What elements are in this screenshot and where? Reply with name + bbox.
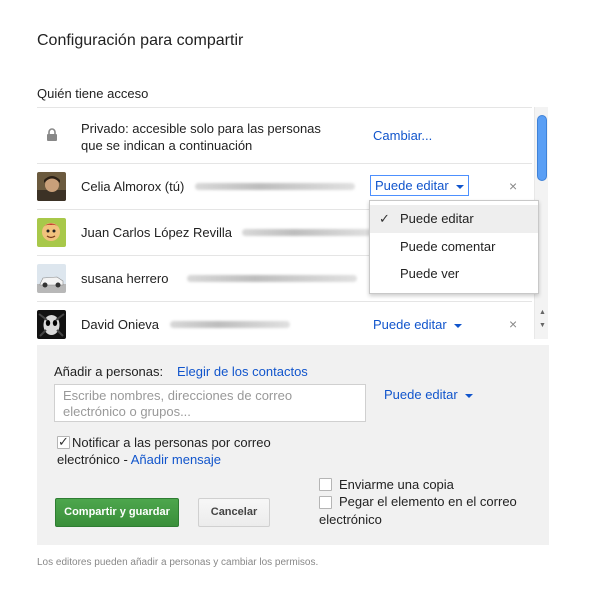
permission-label: Puede editar	[375, 178, 449, 193]
scrollbar-thumb[interactable]	[537, 115, 547, 181]
privacy-line2: que se indican a continuación	[81, 138, 253, 153]
permission-menu: ✓ Puede editar Puede comentar Puede ver	[369, 200, 539, 294]
chevron-down-icon	[455, 184, 464, 189]
share-and-save-button[interactable]: Compartir y guardar	[55, 498, 179, 527]
person-row: David Onieva Puede editar ×	[37, 302, 532, 345]
menu-item-label: Puede comentar	[400, 239, 496, 254]
car-avatar	[37, 264, 66, 293]
notify-label-line2: electrónico - Añadir mensaje	[57, 452, 221, 467]
chevron-down-icon	[453, 323, 462, 328]
cartoon-avatar	[37, 218, 66, 247]
footer-note: Los editores pueden añadir a personas y …	[37, 557, 319, 568]
permission-label: Puede editar	[373, 317, 447, 332]
add-people-panel: Añadir a personas: Elegir de los contact…	[37, 345, 549, 545]
add-people-label: Añadir a personas:	[54, 364, 164, 379]
send-copy-checkbox[interactable]	[319, 478, 332, 491]
person-name: Celia Almorox (tú)	[81, 179, 185, 194]
choose-contacts-link[interactable]: Elegir de los contactos	[177, 364, 308, 379]
lock-icon	[47, 128, 57, 141]
paste-item-checkbox[interactable]	[319, 496, 332, 509]
notify-text: electrónico -	[57, 452, 131, 467]
email-redacted	[170, 321, 290, 328]
add-message-link[interactable]: Añadir mensaje	[131, 452, 221, 467]
access-heading: Quién tiene acceso	[37, 86, 149, 101]
permission-dropdown[interactable]: Puede editar	[373, 317, 462, 332]
input-placeholder-line1: Escribe nombres, direcciones de correo	[63, 388, 293, 403]
remove-person-button[interactable]: ×	[509, 178, 517, 194]
cancel-button[interactable]: Cancelar	[198, 498, 270, 527]
privacy-row: Privado: accesible solo para las persona…	[37, 108, 532, 164]
remove-person-button[interactable]: ×	[509, 316, 517, 332]
add-permission-dropdown[interactable]: Puede editar	[384, 387, 473, 402]
paste-item-label-line2: electrónico	[319, 512, 382, 527]
menu-item-label: Puede editar	[400, 211, 474, 226]
permission-label: Puede editar	[384, 387, 458, 402]
email-redacted	[242, 229, 372, 236]
add-people-input[interactable]: Escribe nombres, direcciones de correo e…	[54, 384, 366, 422]
privacy-line1: Privado: accesible solo para las persona…	[81, 121, 321, 136]
chevron-down-icon	[464, 393, 473, 398]
person-name: David Onieva	[81, 317, 160, 332]
scroll-down-icon[interactable]: ▼	[539, 322, 546, 329]
notify-checkbox[interactable]	[57, 434, 70, 450]
privacy-description: Privado: accesible solo para las persona…	[81, 120, 361, 154]
menu-item-view[interactable]: Puede ver	[370, 260, 538, 288]
input-placeholder-line2: electrónico o grupos...	[63, 404, 191, 419]
menu-item-edit[interactable]: ✓ Puede editar	[370, 205, 538, 233]
menu-item-comment[interactable]: Puede comentar	[370, 233, 538, 261]
checkmark-icon: ✓	[379, 211, 390, 226]
photo-avatar	[37, 172, 66, 201]
paste-item-label: Pegar el elemento en el correo	[339, 494, 517, 509]
scroll-up-icon[interactable]: ▲	[539, 309, 546, 316]
dialog-title: Configuración para compartir	[37, 32, 244, 49]
email-redacted	[195, 183, 355, 190]
person-name: Juan Carlos López Revilla	[81, 225, 233, 240]
notify-label: Notificar a las personas por correo	[72, 435, 271, 450]
email-redacted	[187, 275, 357, 282]
menu-item-label: Puede ver	[400, 266, 460, 281]
permission-dropdown[interactable]: Puede editar	[370, 175, 469, 196]
change-privacy-link[interactable]: Cambiar...	[373, 128, 432, 143]
send-copy-label: Enviarme una copia	[339, 477, 454, 492]
dark-face-avatar	[37, 310, 66, 339]
person-name: susana herrero	[81, 271, 169, 286]
